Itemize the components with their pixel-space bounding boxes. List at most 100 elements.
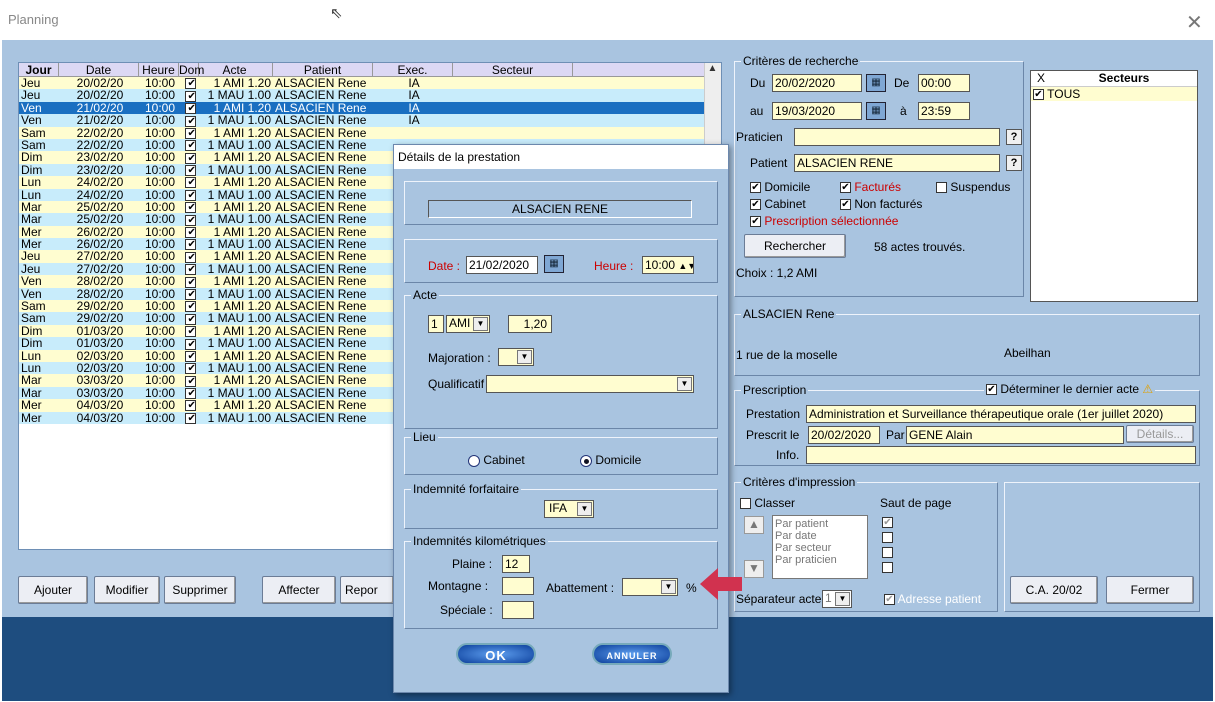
qualificatif-select[interactable]: ▼ (486, 375, 694, 393)
dom-checkbox[interactable]: ✔ (184, 350, 196, 362)
patient-field[interactable]: ALSACIEN RENE (794, 154, 1000, 172)
column-header[interactable]: Acte (199, 63, 273, 77)
cabinet-checkbox[interactable]: ✔ (750, 199, 761, 211)
modifier-button[interactable]: Modifier (94, 576, 160, 604)
dom-checkbox[interactable]: ✔ (184, 90, 196, 102)
chevron-down-icon[interactable]: ▼ (473, 317, 488, 331)
time-to-field[interactable]: 23:59 (918, 102, 970, 120)
saut-checkbox-2[interactable] (882, 532, 893, 543)
calendar-icon[interactable]: ▦ (866, 102, 886, 120)
acte-qty-field[interactable]: 1 (428, 315, 444, 333)
calendar-icon[interactable]: ▦ (544, 255, 564, 273)
move-down-icon[interactable]: ▼ (744, 560, 764, 578)
sort-list[interactable]: Par patient Par date Par secteur Par pra… (772, 515, 868, 579)
column-header[interactable]: Heure (139, 63, 179, 77)
chevron-down-icon[interactable]: ▼ (677, 377, 692, 391)
dom-checkbox[interactable]: ✔ (184, 313, 196, 325)
dom-checkbox[interactable]: ✔ (184, 375, 196, 387)
details-button[interactable]: Détails... (1126, 425, 1194, 443)
domicile-checkbox[interactable]: ✔ (750, 182, 761, 194)
tous-checkbox[interactable]: ✔ (1033, 89, 1044, 101)
dom-checkbox[interactable]: ✔ (184, 363, 196, 375)
dom-checkbox[interactable]: ✔ (184, 177, 196, 189)
secteurs-x[interactable]: X (1031, 71, 1051, 86)
dom-checkbox[interactable]: ✔ (184, 227, 196, 239)
table-row[interactable]: Ven 21/02/20 10:00 ✔ 1 MAU 1.00 ALSACIEN Rene… (19, 114, 721, 127)
prestation-field[interactable]: Administration et Surveillance thérapeut… (806, 405, 1196, 423)
dom-checkbox[interactable]: ✔ (184, 78, 196, 90)
dom-checkbox[interactable]: ✔ (184, 288, 196, 300)
forfait-select[interactable]: IFA ▼ (544, 500, 594, 518)
prescription-selected-checkbox[interactable]: ✔ (750, 216, 761, 228)
column-header[interactable]: Secteur (453, 63, 573, 77)
montagne-field[interactable] (502, 577, 534, 595)
saut-checkbox-3[interactable] (882, 547, 893, 558)
saut-checkbox-4[interactable] (882, 562, 893, 573)
chevron-down-icon[interactable]: ▼ (577, 502, 592, 516)
reporter-button[interactable]: Repor (340, 576, 394, 604)
scroll-up-icon[interactable]: ▲ (704, 63, 721, 77)
dom-checkbox[interactable]: ✔ (184, 239, 196, 251)
annuler-button[interactable]: ANNULER (592, 643, 672, 665)
dom-checkbox[interactable]: ✔ (184, 189, 196, 201)
spinner-icon[interactable]: ▲▼ (678, 261, 693, 271)
info-field[interactable] (806, 446, 1196, 464)
separateur-select[interactable]: 1 ▼ (822, 590, 852, 608)
acte-coef-field[interactable]: 1,20 (508, 315, 552, 333)
dom-checkbox[interactable]: ✔ (184, 152, 196, 164)
saut-checkbox-1[interactable]: ✔ (882, 517, 893, 528)
dom-checkbox[interactable]: ✔ (184, 276, 196, 288)
dom-checkbox[interactable]: ✔ (184, 326, 196, 338)
list-item[interactable]: Par praticien (775, 554, 865, 566)
fermer-button[interactable]: Fermer (1106, 576, 1194, 604)
list-item[interactable]: Par patient (775, 518, 865, 530)
suspendus-checkbox[interactable] (936, 182, 947, 194)
dom-checkbox[interactable]: ✔ (184, 338, 196, 350)
dom-checkbox[interactable]: ✔ (184, 301, 196, 313)
cabinet-radio[interactable] (468, 454, 480, 467)
secteurs-list[interactable]: X Secteurs ✔ TOUS (1030, 70, 1198, 302)
list-item[interactable]: ✔ TOUS (1031, 87, 1197, 101)
ajouter-button[interactable]: Ajouter (18, 576, 88, 604)
chevron-down-icon[interactable]: ▼ (517, 350, 532, 364)
time-from-field[interactable]: 00:00 (918, 74, 970, 92)
patient-lookup-button[interactable]: ? (1006, 155, 1022, 171)
ca-button[interactable]: C.A. 20/02 (1010, 576, 1098, 604)
abattement-select[interactable]: ▼ (622, 578, 678, 596)
dom-checkbox[interactable]: ✔ (184, 388, 196, 400)
determiner-checkbox[interactable]: ✔ (986, 384, 997, 396)
majoration-select[interactable]: ▼ (498, 348, 534, 366)
dom-checkbox[interactable]: ✔ (184, 165, 196, 177)
chevron-down-icon[interactable]: ▼ (835, 592, 850, 606)
praticien-field[interactable] (794, 128, 1000, 146)
table-row[interactable]: Sam 22/02/20 10:00 ✔ 1 AMI 1.20 ALSACIEN Rene (19, 126, 721, 139)
prescripteur-field[interactable]: GENE Alain (906, 426, 1124, 444)
classer-checkbox[interactable] (740, 498, 751, 510)
dom-checkbox[interactable]: ✔ (184, 264, 196, 276)
adresse-checkbox[interactable]: ✔ (884, 594, 895, 606)
dom-checkbox[interactable]: ✔ (184, 115, 196, 127)
dom-checkbox[interactable]: ✔ (184, 103, 196, 115)
dom-checkbox[interactable]: ✔ (184, 400, 196, 412)
dialog-heure-field[interactable]: 10:00 ▲▼ (642, 256, 694, 274)
date-from-field[interactable]: 20/02/2020 (772, 74, 862, 92)
plaine-field[interactable]: 12 (502, 555, 530, 573)
dom-checkbox[interactable]: ✔ (184, 127, 196, 139)
domicile-radio[interactable] (580, 454, 592, 467)
dialog-date-field[interactable]: 21/02/2020 (466, 256, 538, 274)
calendar-icon[interactable]: ▦ (866, 74, 886, 92)
prescrit-date-field[interactable]: 20/02/2020 (808, 426, 880, 444)
factures-checkbox[interactable]: ✔ (840, 182, 851, 194)
affecter-button[interactable]: Affecter (262, 576, 336, 604)
non-factures-checkbox[interactable]: ✔ (840, 199, 851, 211)
acte-code-select[interactable]: AMI ▼ (446, 315, 490, 333)
column-header[interactable]: Jour (19, 63, 59, 77)
dom-checkbox[interactable]: ✔ (184, 412, 196, 424)
table-row[interactable]: Ven 21/02/20 10:00 ✔ 1 AMI 1.20 ALSACIEN Rene… (19, 101, 721, 115)
close-icon[interactable]: ✕ (1186, 10, 1203, 35)
table-row[interactable]: Jeu 20/02/20 10:00 ✔ 1 MAU 1.00 ALSACIEN Rene… (19, 89, 721, 102)
praticien-lookup-button[interactable]: ? (1006, 129, 1022, 145)
ok-button[interactable]: OK (456, 643, 536, 665)
column-header[interactable]: Date (59, 63, 139, 77)
dom-checkbox[interactable]: ✔ (184, 202, 196, 214)
